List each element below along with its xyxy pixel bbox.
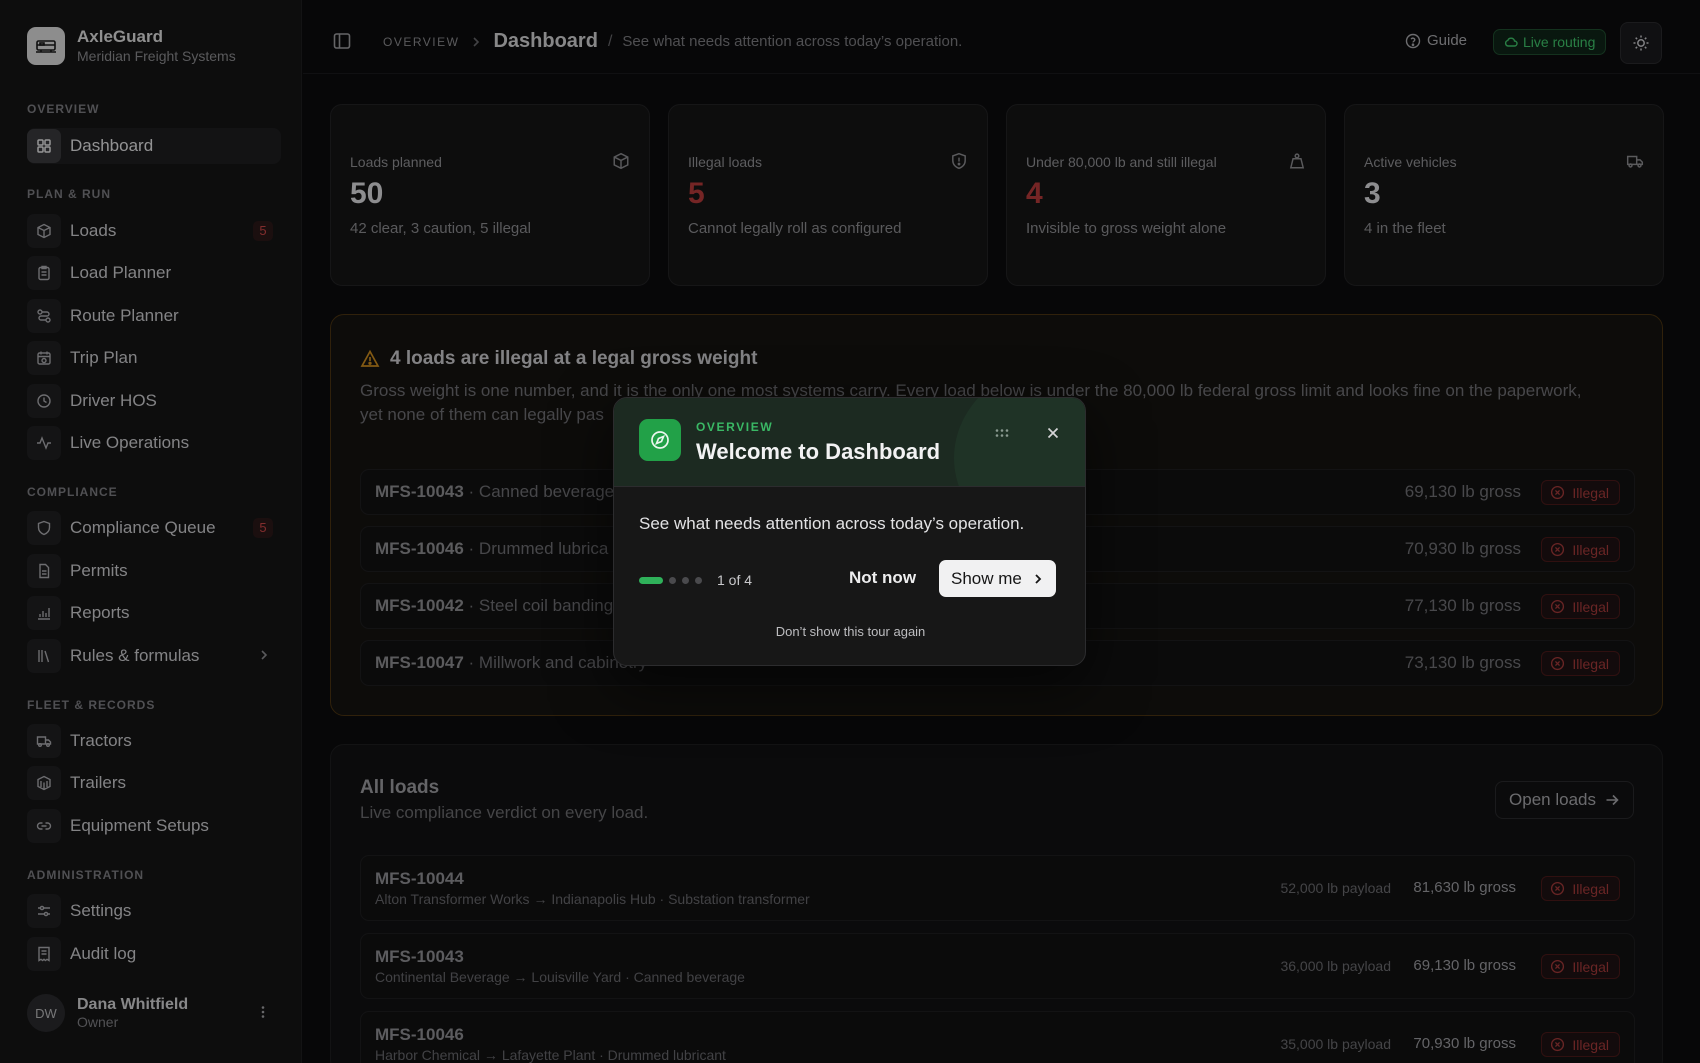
chevron-right-icon <box>1032 573 1044 585</box>
tour-body: See what needs attention across today’s … <box>639 514 1025 533</box>
show-me-label: Show me <box>951 568 1022 588</box>
progress-dot <box>682 577 689 584</box>
progress-dot <box>669 577 676 584</box>
progress-dot <box>695 577 702 584</box>
drag-handle-icon[interactable] <box>994 427 1010 439</box>
tour-dialog: OVERVIEW Welcome to Dashboard See what n… <box>613 397 1086 666</box>
tour-step-count: 1 of 4 <box>717 572 753 588</box>
show-me-button[interactable]: Show me <box>939 560 1056 597</box>
header-decoration <box>954 398 1085 486</box>
tour-kicker: OVERVIEW <box>696 420 774 434</box>
not-now-button[interactable]: Not now <box>849 568 916 588</box>
compass-icon <box>639 419 681 461</box>
close-icon[interactable] <box>1041 421 1065 445</box>
dont-show-again-link[interactable]: Don’t show this tour again <box>614 624 1085 639</box>
tour-progress <box>639 577 702 584</box>
progress-dot-current <box>639 577 663 584</box>
tour-dialog-header[interactable]: OVERVIEW Welcome to Dashboard <box>614 398 1085 487</box>
tour-title: Welcome to Dashboard <box>696 439 941 464</box>
